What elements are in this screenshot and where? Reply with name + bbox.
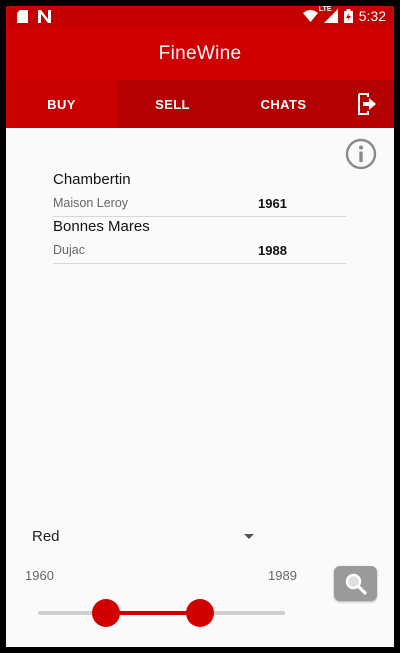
info-icon bbox=[345, 138, 377, 170]
network-type-label: LTE bbox=[318, 6, 332, 13]
logout-icon bbox=[357, 93, 376, 115]
tab-chats[interactable]: CHATS bbox=[228, 80, 339, 128]
sd-card-icon bbox=[17, 10, 28, 23]
n-notification-icon bbox=[38, 10, 51, 23]
wine-list: Chambertin Maison Leroy 1961 Bonnes Mare… bbox=[53, 170, 346, 264]
slider-low-thumb[interactable] bbox=[92, 599, 121, 627]
tab-sell[interactable]: SELL bbox=[117, 80, 228, 128]
status-time: 5:32 bbox=[358, 8, 386, 24]
slider-high-thumb[interactable] bbox=[185, 599, 214, 627]
wine-color-value: Red bbox=[32, 528, 60, 545]
wine-name: Chambertin bbox=[53, 171, 131, 188]
battery-charging-icon bbox=[343, 9, 353, 23]
status-left bbox=[17, 10, 51, 23]
wine-list-item[interactable]: Bonnes Mares Dujac 1988 bbox=[53, 217, 346, 264]
status-bar: LTE 5:32 bbox=[6, 6, 394, 28]
wine-producer: Dujac bbox=[53, 243, 85, 257]
wifi-icon bbox=[302, 10, 318, 22]
app-screen: LTE 5:32 FineWine BUY SELL CHATS Chamber… bbox=[6, 6, 394, 647]
tab-buy[interactable]: BUY bbox=[6, 80, 117, 128]
signal-icon: LTE bbox=[319, 6, 338, 23]
year-range-slider[interactable] bbox=[38, 598, 286, 628]
search-icon bbox=[345, 573, 367, 595]
year-range-min-label: 1960 bbox=[25, 568, 54, 583]
search-button[interactable] bbox=[334, 566, 377, 601]
year-range-max-label: 1989 bbox=[268, 568, 297, 583]
dropdown-caret-icon bbox=[244, 534, 254, 539]
app-bar: FineWine bbox=[6, 28, 394, 80]
info-button[interactable] bbox=[345, 138, 377, 170]
wine-name: Bonnes Mares bbox=[53, 218, 150, 235]
wine-producer: Maison Leroy bbox=[53, 196, 129, 210]
wine-year: 1988 bbox=[258, 243, 287, 258]
wine-list-item[interactable]: Chambertin Maison Leroy 1961 bbox=[53, 170, 346, 217]
status-right: LTE 5:32 bbox=[302, 6, 386, 24]
tab-bar: BUY SELL CHATS bbox=[6, 80, 394, 128]
app-title: FineWine bbox=[158, 43, 242, 64]
logout-button[interactable] bbox=[339, 80, 394, 128]
wine-color-dropdown[interactable]: Red bbox=[32, 524, 254, 550]
wine-year: 1961 bbox=[258, 196, 287, 211]
